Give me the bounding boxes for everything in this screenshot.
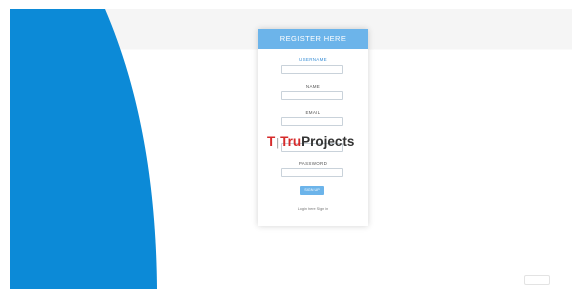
page-stage: REGISTER HERE USERNAME NAME EMAIL PASSWO… xyxy=(10,9,572,289)
username-label: USERNAME xyxy=(299,57,327,62)
truprojects-watermark: T|TruProjects xyxy=(267,132,377,152)
register-title: REGISTER HERE xyxy=(258,29,368,49)
email-input[interactable] xyxy=(281,117,343,126)
corner-logo-icon xyxy=(524,275,550,285)
watermark-t: T xyxy=(267,134,276,149)
register-card: REGISTER HERE USERNAME NAME EMAIL PASSWO… xyxy=(258,29,368,226)
name-input[interactable] xyxy=(281,91,343,100)
top-bar xyxy=(0,0,572,9)
signup-button[interactable]: SIGN UP xyxy=(300,186,324,195)
name-label: NAME xyxy=(305,84,321,89)
password-label: PASSWORD xyxy=(298,161,328,166)
email-label: EMAIL xyxy=(305,110,321,115)
password-input[interactable] xyxy=(281,168,343,177)
login-link[interactable]: Login here Sign in xyxy=(258,207,368,211)
watermark-separator-icon: | xyxy=(276,137,280,149)
blue-background-shape xyxy=(10,9,157,289)
watermark-projects: Projects xyxy=(301,134,355,149)
username-input[interactable] xyxy=(281,65,343,74)
watermark-tru: Tru xyxy=(280,134,302,149)
